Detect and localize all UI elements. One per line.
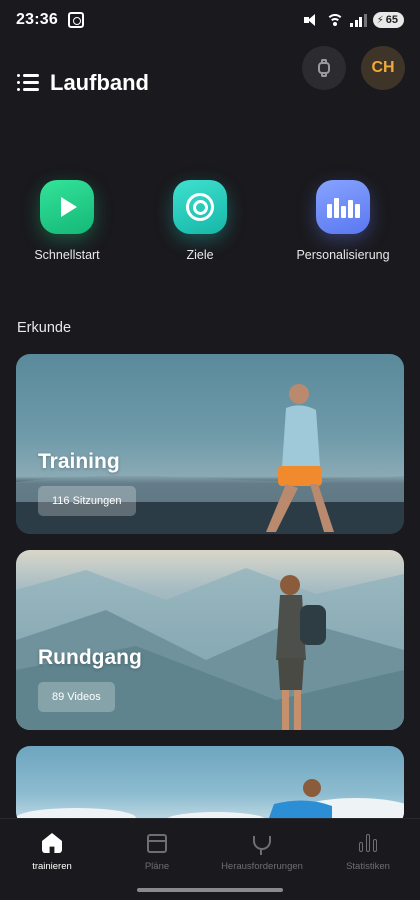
screen-record-icon	[67, 12, 84, 28]
battery-indicator: ⚡ 65	[372, 12, 404, 28]
nav-label: trainieren	[32, 861, 72, 872]
quick-actions: Schnellstart Ziele Personalisierung	[0, 180, 420, 270]
nav-label: Statistiken	[346, 861, 390, 872]
home-indicator	[137, 888, 283, 892]
nav-label: Pläne	[144, 861, 170, 872]
nav-item-statistiken[interactable]: Statistiken	[313, 831, 420, 872]
page-title: Laufband	[50, 70, 149, 95]
quick-action-label: Schnellstart	[34, 248, 100, 262]
card-badge: 89 Videos	[38, 682, 115, 712]
trophy-icon	[253, 836, 271, 855]
schnellstart-button[interactable]	[40, 180, 94, 234]
charging-icon: ⚡	[376, 14, 384, 26]
card-title: Rundgang	[38, 646, 142, 669]
card-rundgang[interactable]: Rundgang 89 Videos	[16, 550, 404, 730]
play-icon	[61, 197, 77, 217]
card-badge: 116 Sitzungen	[38, 486, 136, 516]
bars-icon	[326, 196, 360, 218]
card-training[interactable]: Training 116 Sitzungen	[16, 354, 404, 534]
nav-item-plaene[interactable]: Pläne	[102, 831, 212, 872]
third-card-scene-image	[16, 779, 404, 826]
nav-label: Herausforderungen	[221, 861, 303, 872]
nav-item-trainieren[interactable]: trainieren	[0, 831, 107, 872]
status-icons: ⚡ 65	[304, 12, 404, 28]
stats-icon	[359, 834, 377, 852]
status-bar: 23:36 ⚡ 65	[0, 0, 420, 40]
mute-icon	[304, 13, 320, 27]
nav-item-herausforderungen[interactable]: Herausforderungen	[207, 831, 317, 872]
app-header: Laufband CH	[0, 46, 420, 118]
personalisierung-button[interactable]	[316, 180, 370, 234]
target-icon	[186, 193, 214, 221]
menu-icon[interactable]	[17, 74, 39, 92]
card-third[interactable]	[16, 746, 404, 826]
watch-icon	[318, 59, 330, 77]
avatar[interactable]: CH	[361, 46, 405, 90]
section-title: Erkunde	[17, 320, 72, 336]
status-time: 23:36	[16, 11, 58, 28]
calendar-icon	[147, 833, 167, 853]
card-title: Training	[38, 450, 120, 473]
battery-level: 65	[385, 14, 398, 26]
quick-action-label: Ziele	[186, 248, 214, 262]
quick-action-ziele[interactable]: Ziele	[140, 180, 260, 262]
watch-button[interactable]	[302, 46, 346, 90]
quick-action-label: Personalisierung	[296, 248, 390, 262]
home-icon	[42, 833, 62, 853]
quick-action-personalisierung[interactable]: Personalisierung	[283, 180, 403, 262]
signal-icon	[350, 13, 367, 27]
quick-action-schnellstart[interactable]: Schnellstart	[7, 180, 127, 262]
ziele-button[interactable]	[173, 180, 227, 234]
wifi-icon	[326, 13, 345, 27]
